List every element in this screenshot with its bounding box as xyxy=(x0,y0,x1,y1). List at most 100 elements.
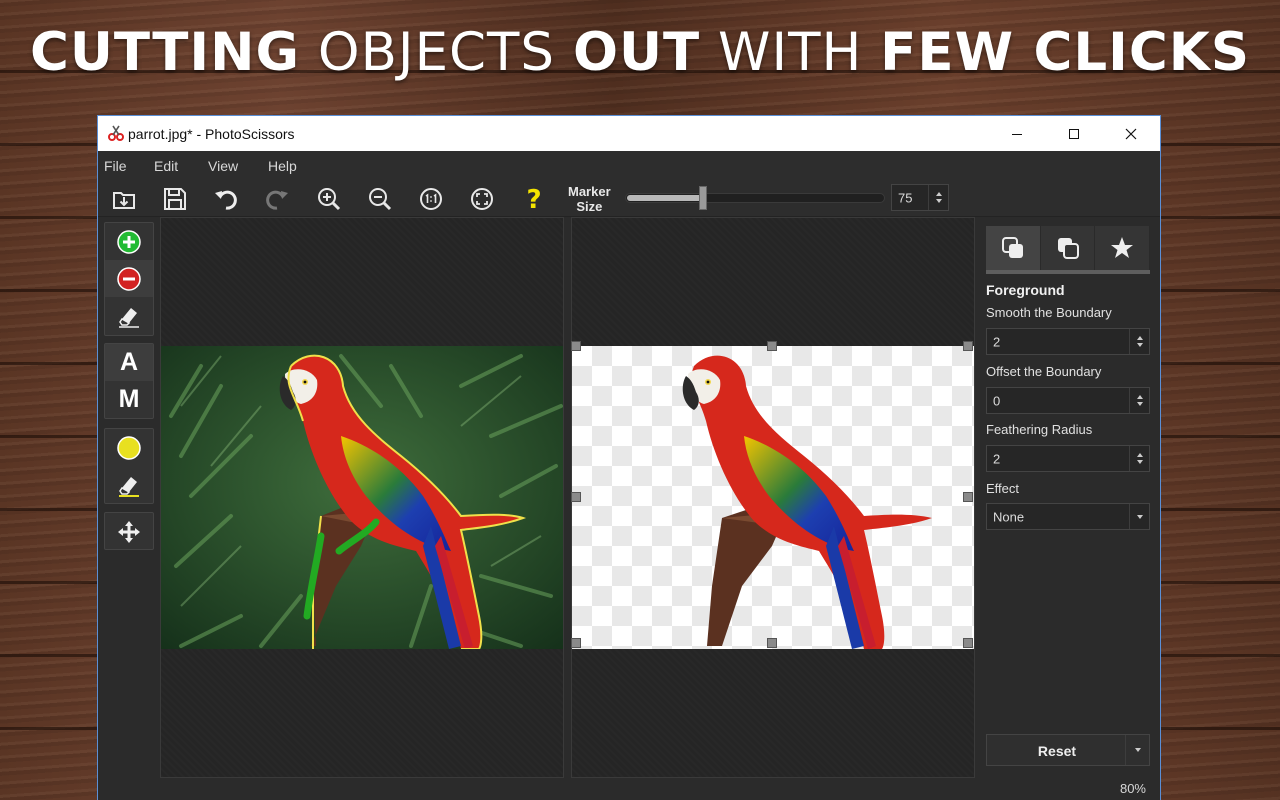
menu-help[interactable]: Help xyxy=(268,158,297,174)
plus-circle-icon xyxy=(117,229,141,254)
save-button[interactable] xyxy=(160,185,190,213)
offset-boundary-label: Offset the Boundary xyxy=(986,364,1102,379)
feathering-radius-spinbox[interactable]: 2 xyxy=(986,445,1150,472)
spin-down-icon[interactable] xyxy=(935,199,942,203)
menu-file[interactable]: File xyxy=(104,158,127,174)
crop-handle[interactable] xyxy=(767,341,777,351)
fit-window-button[interactable] xyxy=(467,185,497,213)
crop-handle[interactable] xyxy=(963,492,973,502)
crop-handle[interactable] xyxy=(767,638,777,648)
zoom-in-icon xyxy=(318,188,341,211)
headline-word: FEW CLICKS xyxy=(880,22,1251,83)
marker-size-spinbox[interactable]: 75 xyxy=(891,184,949,211)
foreground-marker-tool[interactable] xyxy=(105,223,153,260)
feathering-radius-label: Feathering Radius xyxy=(986,422,1093,437)
crop-handle[interactable] xyxy=(571,638,581,648)
yellow-dot-icon xyxy=(117,435,141,460)
zoom-in-button[interactable] xyxy=(314,185,344,213)
save-icon xyxy=(164,188,186,210)
effect-label: Effect xyxy=(986,481,1020,496)
close-button[interactable] xyxy=(1108,116,1154,151)
eraser-tool[interactable] xyxy=(105,297,153,334)
yellow-marker-tool[interactable] xyxy=(105,429,153,466)
actual-size-button[interactable] xyxy=(416,185,446,213)
spin-arrows[interactable] xyxy=(1129,446,1149,471)
maximize-icon xyxy=(1069,128,1079,139)
window-title: parrot.jpg* - PhotoScissors xyxy=(128,126,295,142)
move-arrows-icon xyxy=(118,520,140,543)
help-icon: ? xyxy=(526,185,541,213)
marker-size-spin-arrows[interactable] xyxy=(928,185,948,210)
minimize-button[interactable] xyxy=(994,116,1040,151)
zoom-out-button[interactable] xyxy=(365,185,395,213)
move-tools-group xyxy=(104,512,154,550)
minus-circle-icon xyxy=(117,266,141,291)
spin-down-icon[interactable] xyxy=(1136,460,1143,464)
open-button[interactable] xyxy=(109,185,139,213)
spin-up-icon[interactable] xyxy=(1136,336,1143,340)
source-parrot-image[interactable] xyxy=(161,346,563,649)
effect-value: None xyxy=(993,509,1025,524)
redo-icon xyxy=(266,190,288,210)
settings-tabs xyxy=(986,226,1151,274)
menu-edit[interactable]: Edit xyxy=(154,158,178,174)
offset-boundary-value: 0 xyxy=(993,393,1001,408)
result-image-pane[interactable] xyxy=(571,217,975,778)
move-tool[interactable] xyxy=(105,513,153,550)
crop-handle[interactable] xyxy=(963,638,973,648)
tab-foreground[interactable] xyxy=(986,226,1041,270)
reset-dropdown-arrow[interactable] xyxy=(1125,735,1149,765)
background-marker-tool[interactable] xyxy=(105,260,153,297)
marker-tools-group xyxy=(104,222,154,336)
promo-headline: CUTTING OBJECTS OUT WITH FEW CLICKS xyxy=(0,22,1280,83)
spin-arrows[interactable] xyxy=(1129,329,1149,354)
spin-down-icon[interactable] xyxy=(1136,402,1143,406)
headline-word: CUTTING xyxy=(29,22,300,83)
menu-bar: File Edit View Help xyxy=(98,151,1160,180)
title-bar: parrot.jpg* - PhotoScissors xyxy=(98,116,1160,151)
effect-dropdown-arrow[interactable] xyxy=(1129,504,1149,529)
spin-down-icon[interactable] xyxy=(1136,343,1143,347)
smooth-boundary-spinbox[interactable]: 2 xyxy=(986,328,1150,355)
crop-handle[interactable] xyxy=(571,492,581,502)
transparent-background xyxy=(572,346,974,649)
auto-mode-button[interactable]: A xyxy=(105,344,153,381)
headline-word: OUT xyxy=(572,22,701,83)
manual-mode-button[interactable]: M xyxy=(105,381,153,418)
zoom-out-icon xyxy=(369,188,392,211)
crop-handle[interactable] xyxy=(963,341,973,351)
spin-arrows[interactable] xyxy=(1129,388,1149,413)
marker-size-slider-thumb[interactable] xyxy=(699,186,707,210)
marker-size-slider-fill xyxy=(627,195,704,201)
yellow-eraser-tool[interactable] xyxy=(105,466,153,503)
eraser-icon xyxy=(119,476,139,497)
hair-tools-group xyxy=(104,428,154,504)
redo-button[interactable] xyxy=(262,185,292,213)
offset-boundary-spinbox[interactable]: 0 xyxy=(986,387,1150,414)
menu-view[interactable]: View xyxy=(208,158,238,174)
svg-text:?: ? xyxy=(526,185,541,213)
smooth-boundary-label: Smooth the Boundary xyxy=(986,305,1112,320)
help-button[interactable]: ? xyxy=(519,185,549,213)
tab-background[interactable] xyxy=(1041,226,1096,270)
tab-effects[interactable] xyxy=(1095,226,1151,270)
reset-button[interactable]: Reset xyxy=(986,734,1150,766)
crop-handle[interactable] xyxy=(571,341,581,351)
spin-up-icon[interactable] xyxy=(1136,453,1143,457)
effect-select[interactable]: None xyxy=(986,503,1150,530)
foreground-layers-icon xyxy=(1001,237,1023,258)
maximize-button[interactable] xyxy=(1051,116,1097,151)
mode-tools-group: A M xyxy=(104,343,154,419)
spin-up-icon[interactable] xyxy=(1136,395,1143,399)
marker-size-slider[interactable] xyxy=(625,186,885,210)
chevron-down-icon xyxy=(1134,748,1141,752)
scissors-app-icon xyxy=(108,125,124,141)
smooth-boundary-value: 2 xyxy=(993,334,1001,349)
spin-up-icon[interactable] xyxy=(935,192,942,196)
marker-size-value: 75 xyxy=(898,190,913,205)
background-layers-icon xyxy=(1057,238,1079,259)
section-title: Foreground xyxy=(986,282,1065,298)
source-image-pane[interactable] xyxy=(160,217,564,778)
undo-button[interactable] xyxy=(211,185,241,213)
headline-word: OBJECTS xyxy=(317,22,556,83)
